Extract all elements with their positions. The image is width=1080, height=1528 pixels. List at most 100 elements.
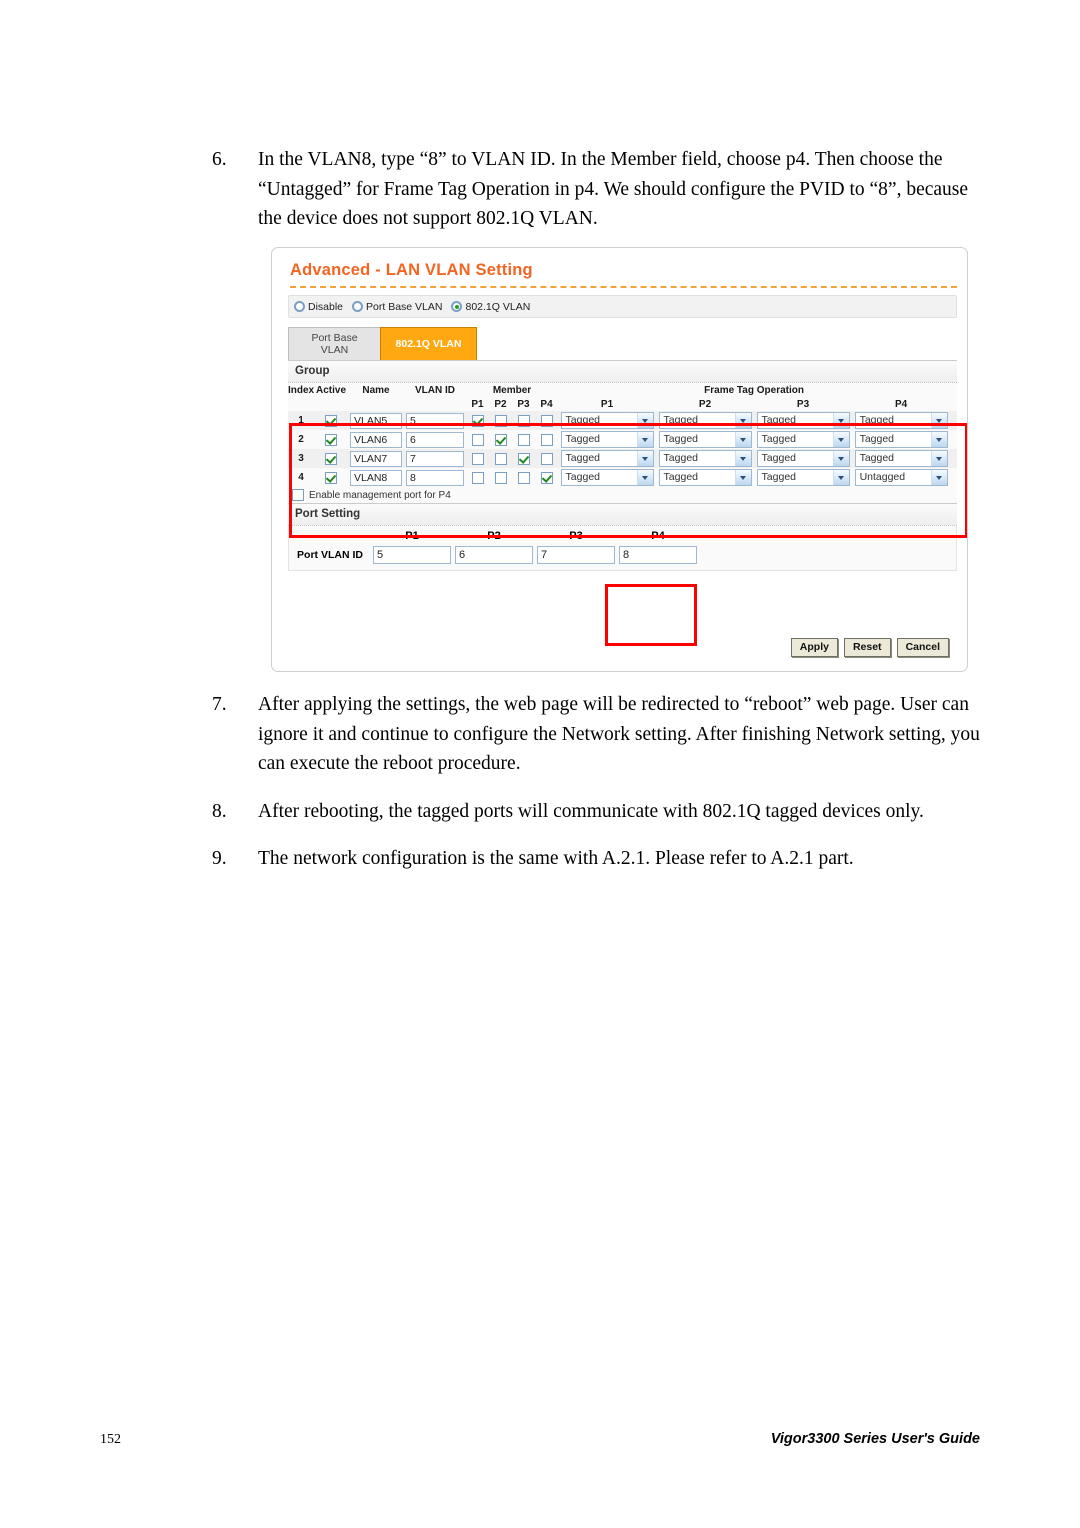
action-button-row: Apply Reset Cancel [790,638,949,657]
frame-tag-select-p4[interactable]: Tagged [854,431,948,448]
frame-tag-select-p2[interactable]: Tagged [658,469,752,486]
cancel-button[interactable]: Cancel [896,638,949,657]
table-row: 2 VLAN6 6 Tagged Tagged Tagged Tagged [288,430,957,449]
chevron-down-icon [832,413,849,428]
frame-tag-select-p3[interactable]: Tagged [756,412,850,429]
chevron-down-icon [930,413,947,428]
frame-tag-select-p1[interactable]: Tagged [560,450,654,467]
chevron-down-icon [930,470,947,485]
port-header-p3: P3 [569,530,583,542]
col-index: Index [288,385,315,396]
port-header-p2: P2 [487,530,501,542]
member-cell-p3 [512,468,535,487]
radio-option-disable[interactable]: Disable [294,301,343,313]
page-number: 152 [100,1432,121,1447]
chevron-down-icon [930,451,947,466]
member-checkbox-p1[interactable] [471,414,484,427]
vlan-name-input[interactable]: VLAN6 [350,431,402,448]
frame-tag-select-p1[interactable]: Tagged [560,469,654,486]
reset-button[interactable]: Reset [843,638,891,657]
member-cell-p4 [535,411,558,430]
member-checkbox-p3[interactable] [517,452,530,465]
member-checkbox-p4[interactable] [540,433,553,446]
vlan-id-input[interactable]: 6 [406,431,464,448]
table-header-row: Index Active Name VLAN ID Member Frame T… [288,383,957,397]
group-section-header: Group [288,360,957,383]
member-checkbox-p2[interactable] [494,414,507,427]
active-checkbox[interactable] [325,471,337,484]
vlan-name-input[interactable]: VLAN5 [350,412,402,429]
member-checkbox-p1[interactable] [471,433,484,446]
port-vlan-id-row: Port VLAN ID 5 6 7 8 [289,544,956,570]
step-number: 8. [212,800,227,822]
frametag-cell-p2: Tagged [656,411,754,430]
frame-tag-select-p1[interactable]: Tagged [560,431,654,448]
vlan-name-input[interactable]: VLAN8 [350,469,402,486]
radio-label: Disable [308,300,344,313]
port-vlan-id-input-p4[interactable]: 8 [619,546,697,564]
active-checkbox[interactable] [325,414,337,427]
vlan-id-input[interactable]: 8 [406,469,464,486]
frametag-cell-p3: Tagged [754,468,852,487]
radio-icon [294,301,305,312]
step-number: 7. [212,694,227,715]
tab-8021q-vlan[interactable]: 802.1Q VLAN [380,327,477,360]
member-cell-p1 [466,449,489,468]
member-checkbox-p4[interactable] [540,452,553,465]
enable-management-port-checkbox[interactable] [292,489,304,501]
step-number: 6. [212,149,227,170]
frame-tag-select-p2[interactable]: Tagged [658,431,752,448]
vlan-id-input[interactable]: 7 [406,450,464,467]
row-vlanid-cell: 6 [404,430,466,449]
row-vlanid-cell: 8 [404,468,466,487]
port-vlan-id-input-p1[interactable]: 5 [373,546,451,564]
guide-title-footer: Vigor3300 Series User's Guide [770,1431,980,1447]
step-text: In the VLAN8, type “8” to VLAN ID. In th… [258,149,969,229]
frame-tag-select-p1[interactable]: Tagged [560,412,654,429]
member-checkbox-p2[interactable] [494,452,507,465]
active-checkbox[interactable] [325,433,337,446]
frame-tag-select-p3[interactable]: Tagged [756,469,850,486]
instruction-list-continued: 7. After applying the settings, the web … [212,690,980,892]
member-checkbox-p2[interactable] [494,433,507,446]
frametag-cell-p4: Untagged [852,468,950,487]
member-checkbox-p4[interactable] [540,471,553,484]
member-cell-p3 [512,411,535,430]
row-active-cell [314,449,348,468]
frametag-port-label-p2: P2 [698,399,712,410]
frame-tag-select-p4[interactable]: Tagged [854,450,948,467]
member-checkbox-p1[interactable] [471,452,484,465]
frame-tag-select-p4[interactable]: Untagged [854,469,948,486]
frametag-cell-p4: Tagged [852,430,950,449]
apply-button[interactable]: Apply [790,638,838,657]
radio-option-port-base-vlan[interactable]: Port Base VLAN [352,301,442,313]
member-checkbox-p4[interactable] [540,414,553,427]
member-cell-p3 [512,449,535,468]
vlan-id-input[interactable]: 5 [406,412,464,429]
active-checkbox[interactable] [325,452,337,465]
radio-label: Port Base VLAN [366,300,443,313]
vlan-group-table: Index Active Name VLAN ID Member Frame T… [288,383,957,487]
member-checkbox-p2[interactable] [494,471,507,484]
member-checkbox-p1[interactable] [471,471,484,484]
frame-tag-select-p4[interactable]: Tagged [854,412,948,429]
member-checkbox-p3[interactable] [517,414,530,427]
port-vlan-id-input-p2[interactable]: 6 [455,546,533,564]
row-index: 3 [298,453,304,464]
member-checkbox-p3[interactable] [517,433,530,446]
frame-tag-select-p2[interactable]: Tagged [658,450,752,467]
row-name-cell: VLAN6 [348,430,404,449]
instruction-list: 6. In the VLAN8, type “8” to VLAN ID. In… [212,145,980,252]
row-index: 4 [298,472,304,483]
frame-tag-select-p3[interactable]: Tagged [756,450,850,467]
member-checkbox-p3[interactable] [517,471,530,484]
port-header-p4: P4 [651,530,665,542]
frame-tag-select-p3[interactable]: Tagged [756,431,850,448]
tab-port-base-vlan[interactable]: Port Base VLAN [288,327,381,360]
port-vlan-id-input-p3[interactable]: 7 [537,546,615,564]
frame-tag-select-p2[interactable]: Tagged [658,412,752,429]
vlan-name-input[interactable]: VLAN7 [350,450,402,467]
radio-option-8021q-vlan[interactable]: 802.1Q VLAN [451,301,530,313]
frametag-cell-p3: Tagged [754,411,852,430]
group-section-body: Index Active Name VLAN ID Member Frame T… [288,383,957,487]
